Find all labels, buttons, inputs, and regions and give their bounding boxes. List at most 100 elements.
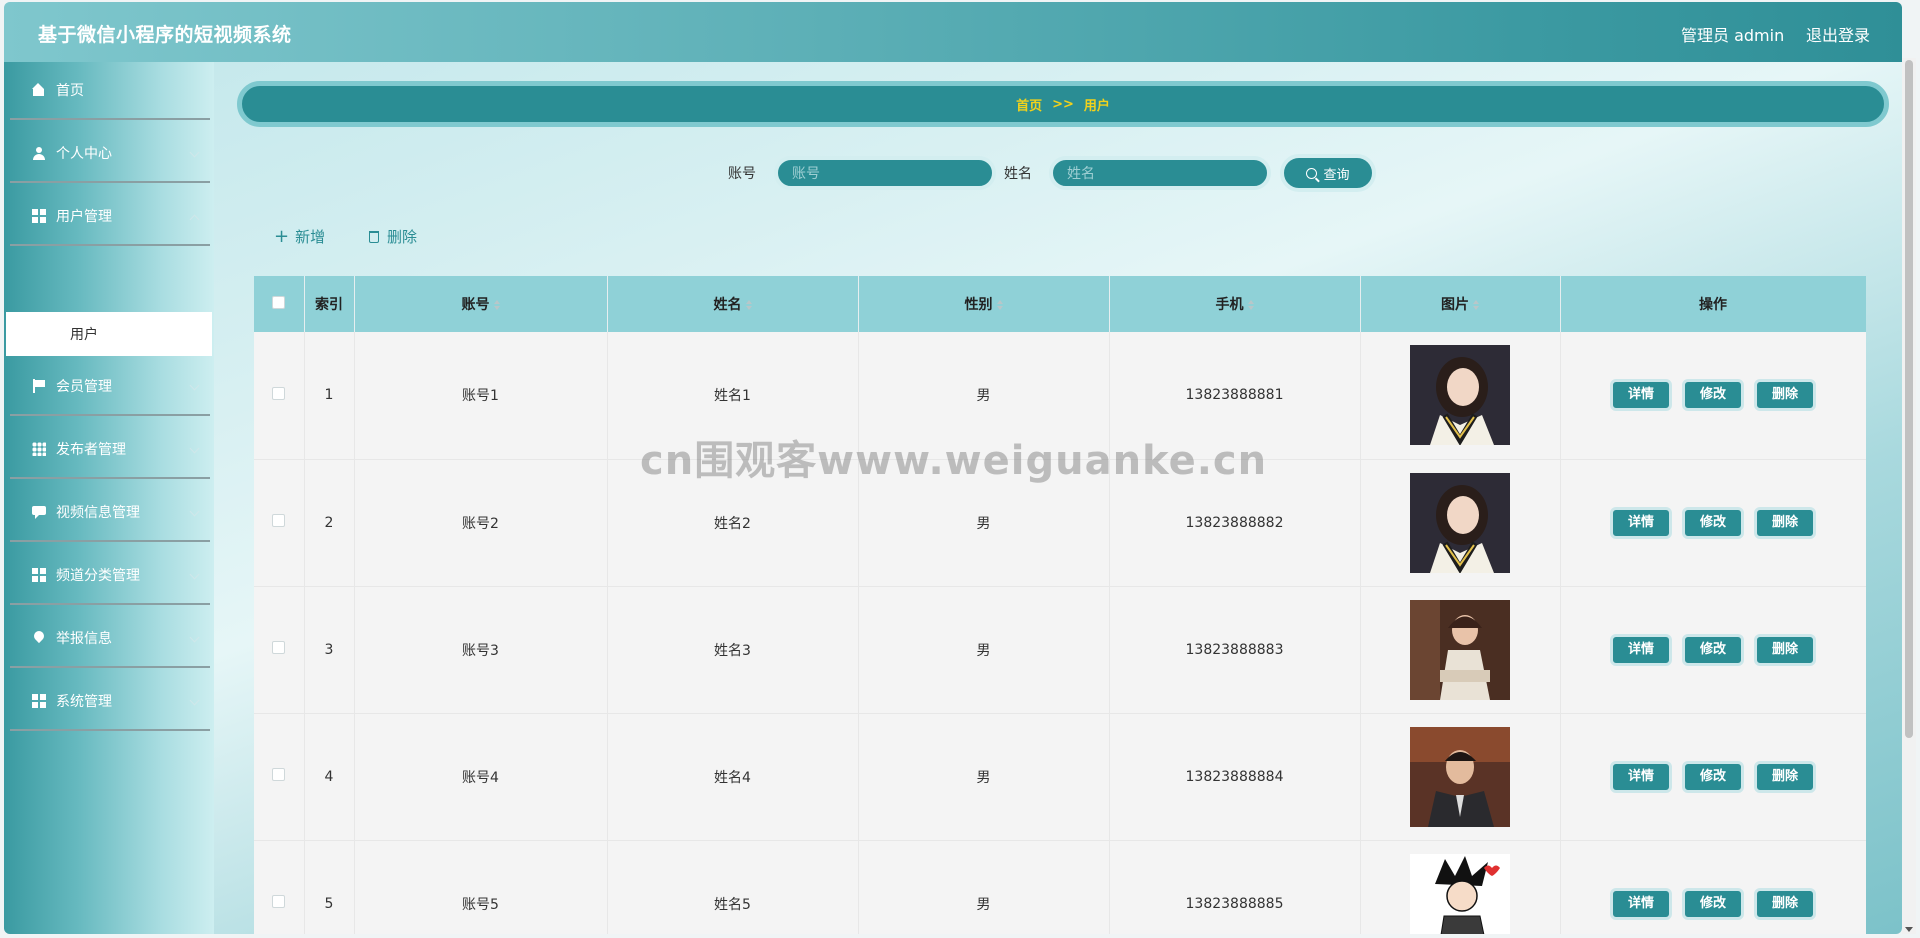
chevron-down-icon — [189, 147, 200, 158]
account-search-input[interactable] — [774, 156, 996, 190]
delete-button[interactable]: 删除 — [1754, 887, 1816, 920]
app-window: 基于微信小程序的短视频系统 管理员 admin 退出登录 首页 个人中心 用户管… — [4, 2, 1902, 934]
edit-button[interactable]: 修改 — [1682, 379, 1744, 412]
search-button[interactable]: 查询 — [1280, 154, 1376, 192]
sidebar-item-reports[interactable]: 举报信息 — [10, 610, 210, 668]
batch-delete-button[interactable]: 删除 — [369, 226, 417, 247]
sort-icon[interactable] — [745, 300, 752, 310]
sidebar-item-video-management[interactable]: 视频信息管理 — [10, 484, 210, 542]
row-select-cell — [254, 586, 305, 714]
row-select-cell — [254, 332, 305, 460]
page-scrollbar[interactable] — [1902, 58, 1916, 934]
add-button[interactable]: + 新增 — [274, 226, 325, 247]
row-checkbox[interactable] — [272, 386, 286, 400]
sidebar-subitem-user[interactable]: 用户 — [6, 312, 212, 356]
sort-icon[interactable] — [1247, 300, 1254, 310]
edit-button[interactable]: 修改 — [1682, 760, 1744, 793]
sidebar-item-member-management[interactable]: 会员管理 — [10, 358, 210, 416]
column-header-label: 姓名 — [713, 297, 742, 313]
sort-icon[interactable] — [1473, 300, 1479, 310]
name-cell: 姓名3 — [607, 586, 859, 714]
row-select-cell — [254, 459, 305, 587]
grid-icon — [32, 694, 46, 708]
pin-icon — [32, 631, 46, 645]
chevron-down-icon — [189, 695, 200, 706]
sidebar-item-label: 个人中心 — [56, 146, 112, 162]
sort-icon[interactable] — [493, 300, 500, 310]
row-checkbox[interactable] — [272, 514, 286, 527]
name-search-input[interactable] — [1049, 156, 1271, 190]
gender-cell: 男 — [858, 840, 1110, 934]
grid-icon — [32, 568, 46, 582]
sidebar-item-label: 会员管理 — [56, 379, 112, 395]
name-cell: 姓名5 — [607, 840, 859, 934]
scrollbar-thumb[interactable] — [1905, 60, 1913, 738]
edit-button[interactable]: 修改 — [1682, 506, 1744, 539]
row-checkbox[interactable] — [272, 895, 286, 908]
user-photo — [1410, 599, 1510, 700]
sidebar-item-label: 举报信息 — [56, 631, 112, 647]
top-header: 基于微信小程序的短视频系统 管理员 admin 退出登录 — [4, 2, 1902, 62]
sidebar-item-publisher-management[interactable]: 发布者管理 — [10, 421, 210, 479]
chevron-down-icon — [189, 632, 200, 643]
column-header-label: 图片 — [1441, 297, 1469, 313]
row-checkbox[interactable] — [272, 768, 286, 781]
detail-button[interactable]: 详情 — [1610, 506, 1672, 539]
actions-cell: 详情 修改 删除 — [1560, 459, 1866, 587]
breadcrumb-home[interactable]: 首页 — [1016, 95, 1042, 114]
chevron-down-icon — [189, 506, 200, 517]
name-label: 姓名 — [1004, 166, 1032, 182]
column-header-account[interactable]: 账号 — [354, 276, 608, 332]
sidebar-item-user-management[interactable]: 用户管理 — [10, 188, 210, 246]
account-cell: 账号2 — [354, 459, 608, 587]
delete-button[interactable]: 删除 — [1754, 506, 1816, 539]
sidebar-item-channel-category[interactable]: 频道分类管理 — [10, 547, 210, 605]
row-checkbox[interactable] — [272, 641, 286, 654]
image-cell — [1360, 586, 1561, 714]
detail-button[interactable]: 详情 — [1610, 379, 1672, 412]
home-icon — [32, 83, 46, 97]
flag-icon — [32, 379, 46, 393]
detail-button[interactable]: 详情 — [1610, 760, 1672, 793]
sidebar-item-personal-center[interactable]: 个人中心 — [10, 125, 210, 183]
delete-button[interactable]: 删除 — [1754, 379, 1816, 412]
delete-button[interactable]: 删除 — [1754, 760, 1816, 793]
scroll-down-icon[interactable] — [1905, 927, 1913, 932]
image-cell — [1360, 840, 1561, 934]
column-header-phone[interactable]: 手机 — [1109, 276, 1361, 332]
column-header-index: 索引 — [304, 276, 355, 332]
logout-link[interactable]: 退出登录 — [1806, 22, 1870, 46]
detail-button[interactable]: 详情 — [1610, 887, 1672, 920]
account-cell: 账号3 — [354, 586, 608, 714]
chevron-down-icon — [189, 380, 200, 391]
plus-icon: + — [274, 225, 290, 247]
index-cell: 3 — [304, 586, 355, 714]
breadcrumb: 首页 >> 用户 — [237, 81, 1889, 127]
gender-cell: 男 — [858, 332, 1110, 460]
sidebar-item-system-management[interactable]: 系统管理 — [10, 673, 210, 731]
user-table: 索引 账号 姓名 性别 手机 图片 操作 1 账号1 姓名1 男 1382388… — [254, 276, 1866, 934]
table-row: 5 账号5 姓名5 男 13823888885 详情 修改 删除 — [254, 840, 1866, 934]
admin-label: 管理员 admin — [1681, 26, 1785, 45]
column-header-label: 账号 — [461, 297, 490, 313]
sidebar-item-label: 视频信息管理 — [56, 505, 140, 521]
phone-cell: 13823888883 — [1109, 586, 1361, 714]
column-header-name[interactable]: 姓名 — [607, 276, 859, 332]
edit-button[interactable]: 修改 — [1682, 887, 1744, 920]
edit-button[interactable]: 修改 — [1682, 633, 1744, 666]
delete-button[interactable]: 删除 — [1754, 633, 1816, 666]
sort-icon[interactable] — [996, 300, 1003, 310]
select-all-cell — [254, 276, 305, 332]
image-cell — [1360, 332, 1561, 460]
column-header-gender[interactable]: 性别 — [858, 276, 1110, 332]
actions-cell: 详情 修改 删除 — [1560, 713, 1866, 841]
select-all-checkbox[interactable] — [272, 295, 286, 309]
sidebar-item-home[interactable]: 首页 — [10, 62, 210, 120]
chat-icon — [32, 505, 46, 519]
name-cell: 姓名4 — [607, 713, 859, 841]
trash-icon — [369, 230, 379, 243]
table-row: 4 账号4 姓名4 男 13823888884 详情 修改 删除 — [254, 713, 1866, 841]
detail-button[interactable]: 详情 — [1610, 633, 1672, 666]
column-header-image[interactable]: 图片 — [1360, 276, 1561, 332]
index-cell: 5 — [304, 840, 355, 934]
